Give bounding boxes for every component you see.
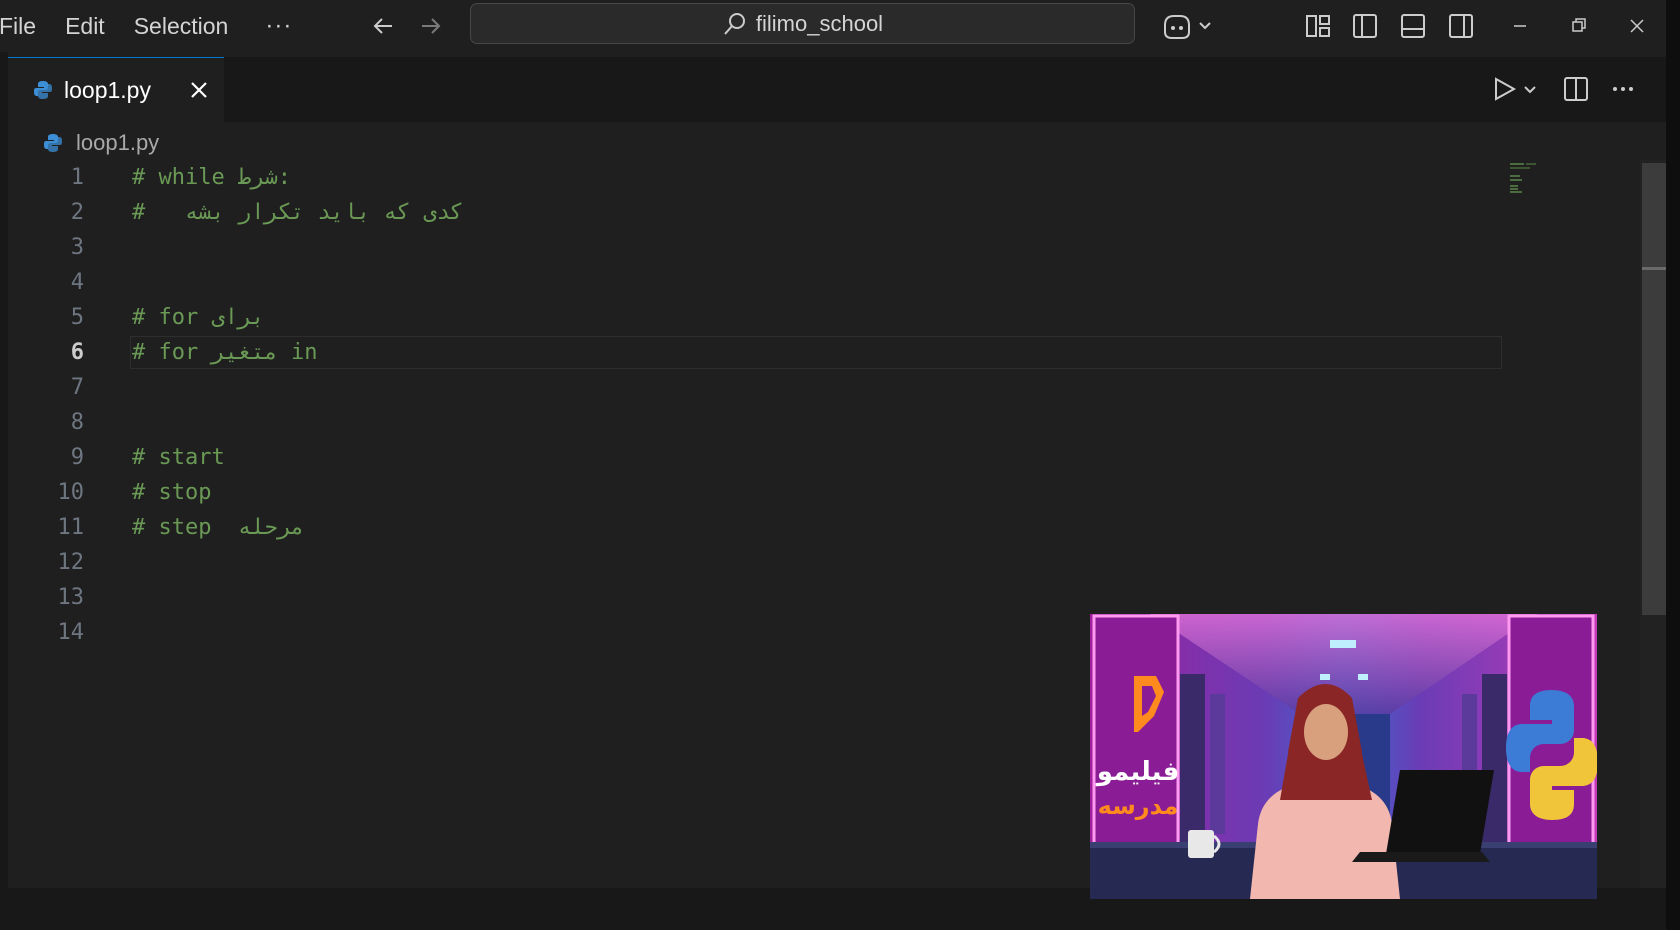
- forward-arrow-icon[interactable]: [416, 11, 446, 41]
- code-line[interactable]: 7: [0, 370, 1510, 405]
- search-text: filimo_school: [755, 10, 884, 36]
- minimize-icon[interactable]: [1505, 11, 1535, 41]
- brand-line1: فیلیمو: [1095, 757, 1180, 787]
- line-number: 10: [57, 480, 85, 505]
- back-arrow-icon[interactable]: [368, 11, 398, 41]
- menu-edit[interactable]: Edit: [65, 0, 105, 52]
- line-code: # start: [132, 445, 225, 470]
- line-number: 7: [70, 375, 84, 400]
- code-line[interactable]: 1 # while شرط:: [0, 160, 1510, 195]
- search-icon: [724, 12, 745, 35]
- line-number: 4: [70, 270, 84, 295]
- restore-icon[interactable]: [1563, 11, 1593, 41]
- toggle-secondary-sidebar-icon[interactable]: [1446, 11, 1476, 41]
- code-line[interactable]: 11 # step مرحله: [0, 510, 1510, 545]
- toggle-panel-icon[interactable]: [1398, 11, 1428, 41]
- code-line[interactable]: 5 # for برای: [0, 300, 1510, 335]
- toggle-primary-sidebar-icon[interactable]: [1350, 11, 1380, 41]
- breadcrumb[interactable]: loop1.py: [42, 127, 159, 159]
- menu-more-button[interactable]: ···: [265, 0, 292, 52]
- tab-loop1-py[interactable]: loop1.py: [8, 57, 224, 122]
- code-line[interactable]: 6 # for متغیر in: [0, 335, 1510, 370]
- line-number: 6: [70, 340, 84, 365]
- code-line[interactable]: 13: [0, 580, 1510, 615]
- code-line[interactable]: 8: [0, 405, 1510, 440]
- line-code: # step مرحله: [132, 515, 305, 540]
- brand-line2: مدرسه: [1098, 792, 1179, 820]
- code-line[interactable]: 4: [0, 265, 1510, 300]
- menu-selection[interactable]: Selection: [134, 0, 229, 52]
- line-code: # while شرط:: [132, 165, 291, 190]
- code-line[interactable]: 2 # کدی که باید تکرار بشه: [0, 195, 1510, 230]
- scrollbar-cursor-marker: [1642, 267, 1666, 270]
- command-center-search[interactable]: filimo_school: [470, 3, 1135, 44]
- code-line[interactable]: 3: [0, 230, 1510, 265]
- customize-layout-icon[interactable]: [1303, 11, 1333, 41]
- python-file-icon: [34, 81, 52, 99]
- python-file-icon: [44, 134, 62, 152]
- code-line[interactable]: 10 # stop: [0, 475, 1510, 510]
- copilot-icon[interactable]: [1160, 11, 1216, 41]
- line-code: # stop: [132, 480, 212, 505]
- video-frame: فیلیمو مدرسه: [1090, 614, 1597, 899]
- window-right-edge: [1666, 0, 1680, 930]
- run-python-file-icon[interactable]: [1490, 74, 1546, 104]
- line-number: 2: [70, 200, 84, 225]
- line-code: # for متغیر in: [132, 340, 318, 365]
- instructor-video-overlay: فیلیمو مدرسه: [1090, 614, 1597, 899]
- line-code: # کدی که باید تکرار بشه: [132, 200, 464, 225]
- editor-tab-bar: loop1.py: [0, 57, 1680, 122]
- line-number: 14: [57, 620, 85, 645]
- code-line[interactable]: 9 # start: [0, 440, 1510, 475]
- line-number: 1: [70, 165, 84, 190]
- breadcrumb-file: loop1.py: [76, 130, 160, 155]
- code-line[interactable]: 12: [0, 545, 1510, 580]
- line-number: 13: [57, 585, 85, 610]
- line-number: 11: [57, 515, 85, 540]
- close-tab-icon[interactable]: [188, 79, 210, 101]
- tab-label: loop1.py: [64, 76, 151, 103]
- vertical-scrollbar-thumb[interactable]: [1642, 163, 1666, 615]
- line-number: 12: [57, 550, 85, 575]
- close-window-icon[interactable]: [1622, 11, 1652, 41]
- more-actions-icon[interactable]: [1608, 74, 1638, 104]
- line-number: 9: [70, 445, 84, 470]
- line-number: 5: [70, 305, 84, 330]
- line-number: 8: [70, 410, 84, 435]
- split-editor-icon[interactable]: [1561, 74, 1591, 104]
- line-code: # for برای: [132, 305, 265, 330]
- menu-file[interactable]: File: [0, 0, 36, 52]
- minimap[interactable]: [1510, 163, 1550, 193]
- line-number: 3: [70, 235, 84, 260]
